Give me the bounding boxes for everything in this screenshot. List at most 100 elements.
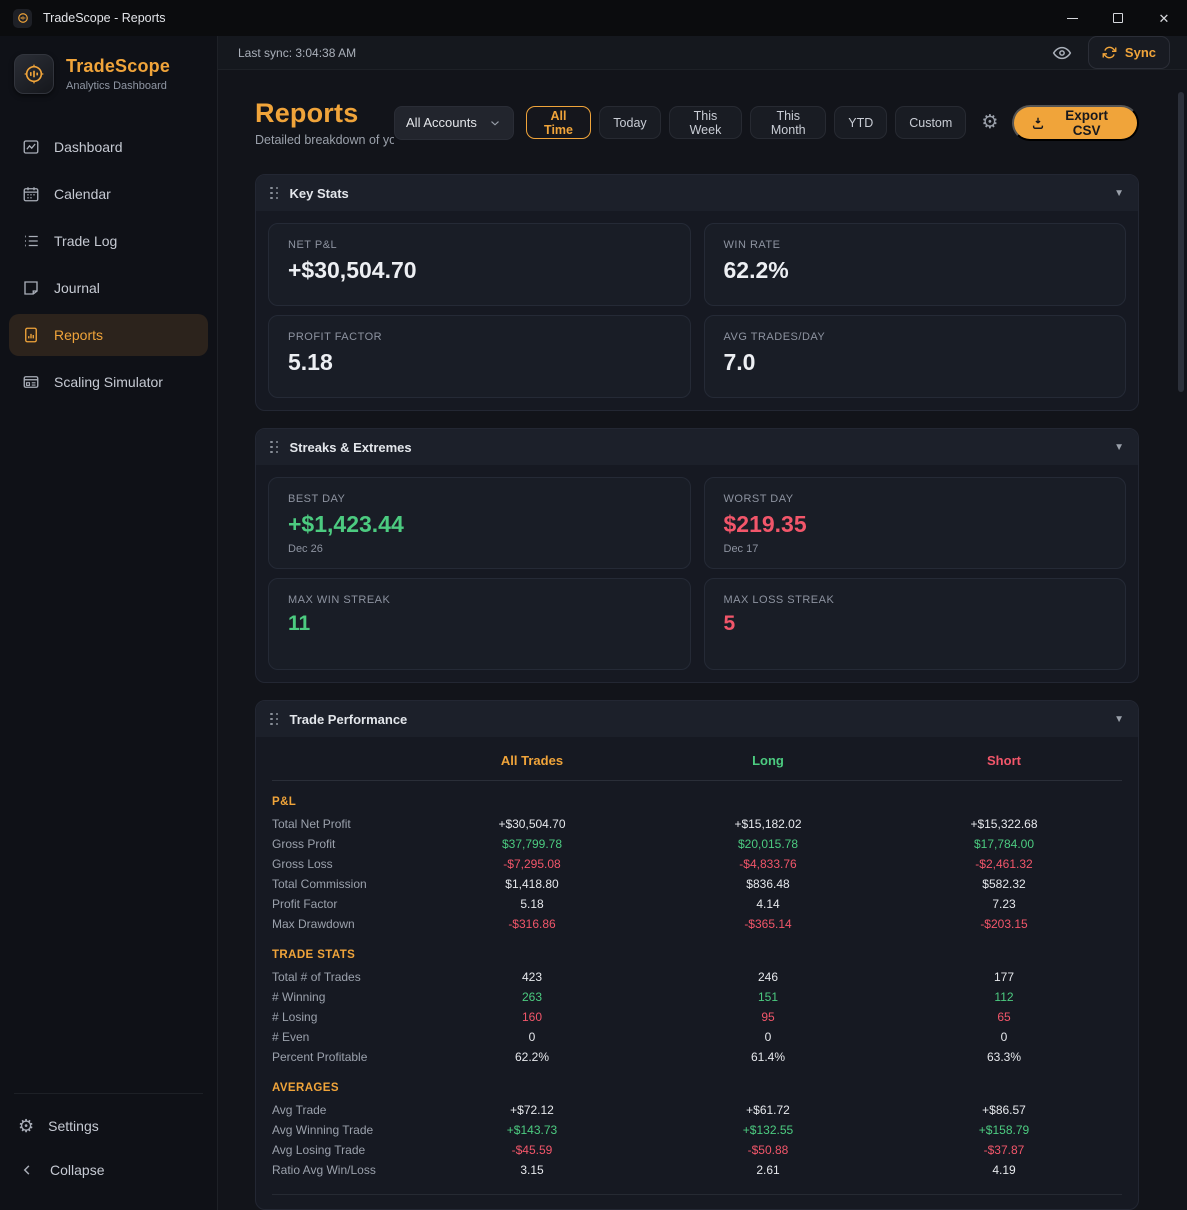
table-row: # Even 0 0 0 bbox=[272, 1027, 1122, 1047]
table-row: Gross Profit $37,799.78 $20,015.78 $17,7… bbox=[272, 834, 1122, 854]
key-stats-panel-header[interactable]: Key Stats ▼ bbox=[256, 175, 1138, 211]
dashboard-chart-icon bbox=[22, 138, 40, 156]
close-button[interactable]: ✕ bbox=[1141, 0, 1187, 36]
time-filter-this-week[interactable]: This Week bbox=[669, 106, 743, 139]
sidebar-item-label: Reports bbox=[54, 327, 103, 343]
table-row: Max Drawdown -$316.86 -$365.14 -$203.15 bbox=[272, 914, 1122, 934]
cell-long: -$365.14 bbox=[650, 917, 886, 931]
time-filter-all-time[interactable]: All Time bbox=[526, 106, 592, 139]
cell-long: $20,015.78 bbox=[650, 837, 886, 851]
stat-label: WIN RATE bbox=[724, 239, 1107, 251]
export-csv-button[interactable]: Export CSV bbox=[1012, 105, 1139, 141]
drag-handle-icon[interactable] bbox=[270, 187, 279, 200]
trade-log-list-icon bbox=[22, 232, 40, 250]
sidebar-item-label: Journal bbox=[54, 280, 100, 296]
stat-card-win-rate: WIN RATE 62.2% bbox=[704, 223, 1127, 306]
reports-page: Reports Detailed breakdown of your All A… bbox=[218, 70, 1187, 1210]
sync-button[interactable]: Sync bbox=[1088, 36, 1170, 69]
time-filter-this-month[interactable]: This Month bbox=[750, 106, 826, 139]
vertical-scrollbar[interactable] bbox=[1178, 92, 1184, 392]
trade-performance-panel-header[interactable]: Trade Performance ▼ bbox=[256, 701, 1138, 737]
report-document-icon bbox=[22, 326, 40, 344]
page-subtitle: Detailed breakdown of your bbox=[255, 133, 394, 147]
collapse-caret-icon[interactable]: ▼ bbox=[1114, 442, 1124, 453]
stat-label: WORST DAY bbox=[724, 493, 1107, 505]
streaks-panel-header[interactable]: Streaks & Extremes ▼ bbox=[256, 429, 1138, 465]
row-label: Gross Loss bbox=[272, 857, 414, 871]
sidebar-item-calendar[interactable]: Calendar bbox=[9, 173, 208, 215]
stat-value: +$30,504.70 bbox=[288, 257, 671, 284]
page-title: Reports bbox=[255, 98, 394, 129]
sidebar-collapse-button[interactable]: Collapse bbox=[14, 1148, 203, 1192]
performance-table: All Trades Long Short P&L Total Net Prof… bbox=[256, 737, 1138, 1209]
stat-label: BEST DAY bbox=[288, 493, 671, 505]
account-filter-value: All Accounts bbox=[406, 115, 477, 130]
sidebar-item-journal[interactable]: Journal bbox=[9, 267, 208, 309]
cell-all-trades: -$316.86 bbox=[414, 917, 650, 931]
drag-handle-icon[interactable] bbox=[270, 441, 279, 454]
sidebar-item-reports[interactable]: Reports bbox=[9, 314, 208, 356]
cell-long: +$15,182.02 bbox=[650, 817, 886, 831]
time-filter-ytd[interactable]: YTD bbox=[834, 106, 887, 139]
drag-handle-icon[interactable] bbox=[270, 713, 279, 726]
table-row: Ratio Avg Win/Loss 3.15 2.61 4.19 bbox=[272, 1160, 1122, 1180]
row-label: Percent Profitable bbox=[272, 1050, 414, 1064]
stat-value: 5.18 bbox=[288, 349, 671, 376]
sidebar-item-settings[interactable]: ⚙ Settings bbox=[14, 1104, 203, 1148]
sidebar-item-dashboard[interactable]: Dashboard bbox=[9, 126, 208, 168]
cell-long: 95 bbox=[650, 1010, 886, 1024]
cell-short: -$203.15 bbox=[886, 917, 1122, 931]
time-filter-custom[interactable]: Custom bbox=[895, 106, 966, 139]
stat-value: 7.0 bbox=[724, 349, 1107, 376]
cell-long: 151 bbox=[650, 990, 886, 1004]
section-label-pnl: P&L bbox=[272, 796, 1122, 808]
window-titlebar: TradeScope - Reports ✕ bbox=[0, 0, 1187, 36]
cell-all-trades: -$45.59 bbox=[414, 1143, 650, 1157]
sidebar: TradeScope Analytics Dashboard Dashboard… bbox=[0, 36, 218, 1210]
table-row: Percent Profitable 62.2% 61.4% 63.3% bbox=[272, 1047, 1122, 1067]
row-label: Gross Profit bbox=[272, 837, 414, 851]
row-label: Total Commission bbox=[272, 877, 414, 891]
app-icon bbox=[13, 9, 32, 28]
sidebar-item-label: Settings bbox=[48, 1118, 99, 1134]
account-filter-select[interactable]: All Accounts bbox=[394, 106, 514, 140]
trade-performance-panel: Trade Performance ▼ All Trades Long Shor… bbox=[255, 700, 1139, 1210]
sidebar-item-trade-log[interactable]: Trade Log bbox=[9, 220, 208, 262]
stat-label: AVG TRADES/DAY bbox=[724, 331, 1107, 343]
stat-value: 5 bbox=[724, 612, 1107, 636]
cell-short: $582.32 bbox=[886, 877, 1122, 891]
cell-all-trades: 263 bbox=[414, 990, 650, 1004]
brand-subtitle: Analytics Dashboard bbox=[66, 80, 170, 92]
table-row: # Winning 263 151 112 bbox=[272, 987, 1122, 1007]
maximize-button[interactable] bbox=[1095, 0, 1141, 36]
stat-card-best-day: BEST DAY +$1,423.44 Dec 26 bbox=[268, 477, 691, 569]
collapse-caret-icon[interactable]: ▼ bbox=[1114, 188, 1124, 199]
cell-short: -$2,461.32 bbox=[886, 857, 1122, 871]
row-label: Avg Trade bbox=[272, 1103, 414, 1117]
cell-short: 65 bbox=[886, 1010, 1122, 1024]
table-row: Gross Loss -$7,295.08 -$4,833.76 -$2,461… bbox=[272, 854, 1122, 874]
table-row: Profit Factor 5.18 4.14 7.23 bbox=[272, 894, 1122, 914]
chevron-down-icon bbox=[488, 116, 502, 130]
report-settings-gear-icon[interactable]: ⚙ bbox=[981, 113, 998, 132]
cell-all-trades: +$72.12 bbox=[414, 1103, 650, 1117]
download-icon bbox=[1031, 116, 1045, 130]
eye-icon[interactable] bbox=[1052, 43, 1072, 63]
table-row: Total # of Trades 423 246 177 bbox=[272, 967, 1122, 987]
time-filter-today[interactable]: Today bbox=[599, 106, 660, 139]
brand: TradeScope Analytics Dashboard bbox=[0, 36, 217, 104]
minimize-button[interactable] bbox=[1049, 0, 1095, 36]
stat-label: MAX WIN STREAK bbox=[288, 594, 671, 606]
collapse-caret-icon[interactable]: ▼ bbox=[1114, 714, 1124, 725]
calendar-icon bbox=[22, 185, 40, 203]
row-label: Avg Winning Trade bbox=[272, 1123, 414, 1137]
cell-long: 246 bbox=[650, 970, 886, 984]
section-label-trade-stats: TRADE STATS bbox=[272, 949, 1122, 961]
stat-card-net-pnl: NET P&L +$30,504.70 bbox=[268, 223, 691, 306]
sidebar-item-scaling-simulator[interactable]: Scaling Simulator bbox=[9, 361, 208, 403]
sync-label: Sync bbox=[1125, 45, 1156, 60]
row-label: Total Net Profit bbox=[272, 817, 414, 831]
cell-all-trades: $1,418.80 bbox=[414, 877, 650, 891]
stat-value: +$1,423.44 bbox=[288, 511, 671, 538]
sidebar-item-label: Trade Log bbox=[54, 233, 117, 249]
